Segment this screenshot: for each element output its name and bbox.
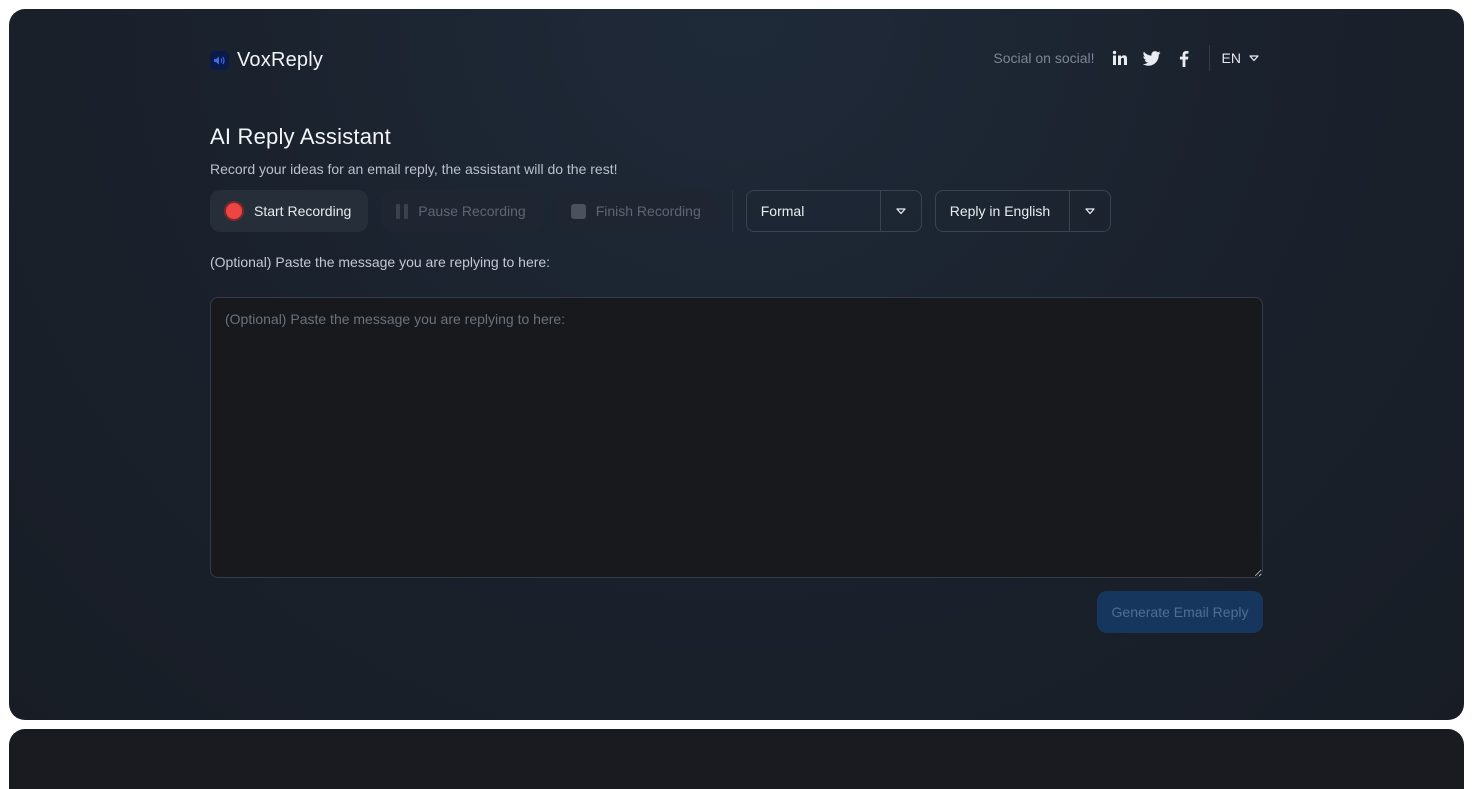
pause-recording-button[interactable]: Pause Recording — [382, 190, 543, 232]
chevron-down-icon — [1249, 54, 1259, 61]
start-recording-label: Start Recording — [254, 203, 352, 219]
brand-name: VoxReply — [237, 49, 324, 71]
generate-email-reply-button[interactable]: Generate Email Reply — [1097, 591, 1263, 633]
facebook-icon[interactable] — [1175, 49, 1193, 67]
stop-icon — [570, 203, 586, 219]
twitter-icon[interactable] — [1142, 49, 1161, 67]
message-textarea[interactable] — [210, 297, 1263, 578]
message-label: (Optional) Paste the message you are rep… — [210, 254, 551, 270]
page-title: AI Reply Assistant — [210, 124, 391, 149]
reply-language-value: Reply in English — [949, 203, 1051, 219]
linkedin-icon[interactable] — [1111, 49, 1129, 67]
tone-select-value: Formal — [760, 203, 805, 219]
pause-recording-label: Pause Recording — [418, 203, 526, 219]
main-card: VoxReply Social on social! EN AI Reply A… — [9, 9, 1464, 720]
lower-section-card — [9, 729, 1464, 789]
social-label: Social on social! — [993, 50, 1095, 66]
content-area: VoxReply Social on social! EN AI Reply A… — [210, 9, 1263, 720]
chevron-down-icon — [1068, 191, 1110, 231]
header-divider — [1208, 45, 1210, 71]
finish-recording-button[interactable]: Finish Recording — [556, 190, 718, 232]
controls-divider — [731, 190, 733, 232]
recording-controls: Start Recording Pause Recording Finish R… — [210, 190, 1124, 232]
language-switcher[interactable]: EN — [1222, 50, 1263, 66]
chevron-down-icon — [879, 191, 921, 231]
language-code: EN — [1221, 50, 1241, 66]
pause-icon — [396, 203, 409, 219]
brand-logo[interactable]: VoxReply — [210, 49, 323, 72]
tone-select[interactable]: Formal — [745, 190, 922, 232]
speaker-icon — [210, 51, 229, 70]
finish-recording-label: Finish Recording — [595, 203, 701, 219]
start-recording-button[interactable]: Start Recording — [210, 190, 369, 232]
record-dot-icon — [224, 201, 244, 221]
reply-language-select[interactable]: Reply in English — [934, 190, 1111, 232]
social-bar: Social on social! EN — [993, 45, 1263, 71]
page-subtitle: Record your ideas for an email reply, th… — [210, 161, 618, 177]
